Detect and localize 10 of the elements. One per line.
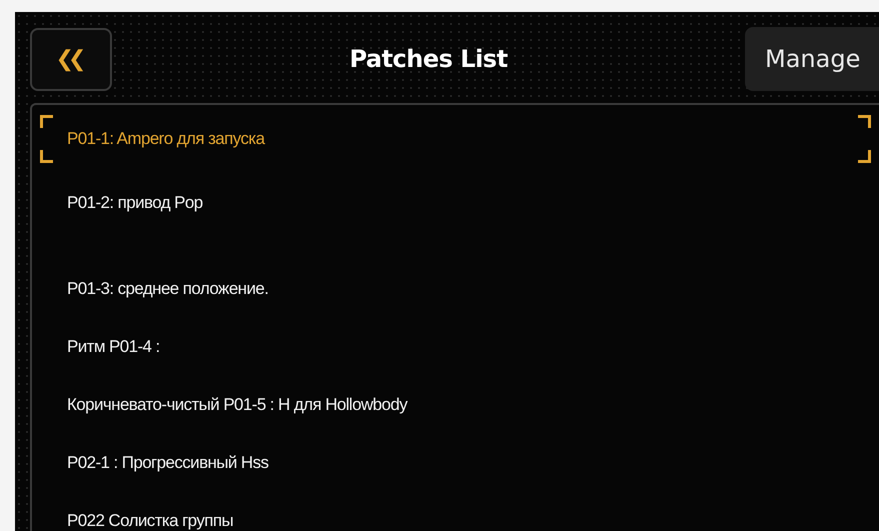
back-button[interactable]: ❮❮ xyxy=(30,28,112,90)
patch-item[interactable]: P01-2: привод Pop xyxy=(40,175,871,231)
patch-item[interactable]: Коричневато-чистый P01-5 : H для Hollowbody xyxy=(40,377,871,433)
patch-item[interactable]: P02-1 : Прогрессивный Hss xyxy=(40,435,871,491)
screen-title: Patches List xyxy=(348,45,509,73)
patch-item[interactable]: Ритм P01-4 : xyxy=(40,319,871,375)
patch-item[interactable]: P01-3: среднее положение. xyxy=(40,261,871,317)
patch-item[interactable]: P01-1: Ampero для запуска xyxy=(40,111,871,167)
patch-item[interactable]: P022 Солистка группы xyxy=(40,493,871,531)
manage-button[interactable]: Manage xyxy=(745,27,879,91)
